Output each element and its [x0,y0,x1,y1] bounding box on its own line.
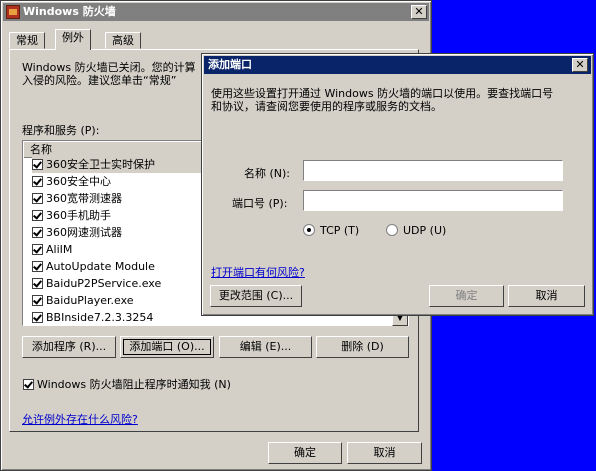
udp-label: UDP (U) [403,224,447,237]
tcp-radio-row[interactable]: TCP (T) [303,224,359,237]
port-risk-link[interactable]: 打开端口有何风险? [211,264,305,280]
name-label: 名称 (N): [244,167,291,180]
checkbox[interactable] [32,210,43,221]
notify-checkbox[interactable] [23,379,34,390]
add-port-titlebar[interactable]: 添加端口 [204,56,591,74]
port-label: 端口号 (P): [232,197,288,210]
add-port-dialog: 添加端口 ✕ 使用这些设置打开通过 Windows 防火墙的端口以使用。要查找端… [201,53,594,316]
firewall-titlebar[interactable]: Windows 防火墙 [3,3,429,21]
udp-radio-row[interactable]: UDP (U) [386,224,446,237]
checkbox[interactable] [32,261,43,272]
checkbox[interactable] [32,295,43,306]
list-item[interactable]: 360网速测试器 [32,224,122,241]
checkbox[interactable] [32,159,43,170]
list-item[interactable]: 360宽带测速器 [32,190,122,207]
dialog-ok-button[interactable]: 确定 [429,285,504,307]
firewall-icon [6,5,20,19]
list-item[interactable]: BaiduP2PService.exe [32,275,161,292]
checkbox[interactable] [32,244,43,255]
exceptions-risk-link[interactable]: 允许例外存在什么风险? [22,411,138,427]
firewall-title: Windows 防火墙 [23,5,116,18]
tcp-radio[interactable] [303,224,315,236]
tab-general[interactable]: 常规 [9,32,45,49]
cancel-button[interactable]: 取消 [347,442,422,464]
list-item[interactable]: BBInside7.2.3.3254 [32,309,153,325]
checkbox[interactable] [32,278,43,289]
programs-list-label: 程序和服务 (P): [22,124,100,137]
notify-label: Windows 防火墙阻止程序时通知我 (N) [37,378,231,391]
tab-advanced[interactable]: 高级 [105,32,141,49]
delete-button[interactable]: 删除 (D) [316,336,409,358]
intro-text-line2: 入侵的风险。建议您单击“常规” [22,74,177,87]
add-port-title: 添加端口 [208,58,252,71]
add-port-button[interactable]: 添加端口 (O)... [120,336,214,358]
list-item[interactable]: BaiduPlayer.exe [32,292,134,309]
checkbox[interactable] [32,176,43,187]
dialog-cancel-button[interactable]: 取消 [508,285,585,307]
tcp-label: TCP (T) [320,224,360,237]
close-icon[interactable]: ✕ [572,58,588,72]
name-input[interactable] [303,160,563,181]
ok-button[interactable]: 确定 [268,442,342,464]
notify-checkbox-row[interactable]: Windows 防火墙阻止程序时通知我 (N) [23,376,231,392]
list-item[interactable]: AutoUpdate Module [32,258,155,275]
list-item[interactable]: AliIM [32,241,72,258]
checkbox[interactable] [32,227,43,238]
close-icon[interactable]: ✕ [411,5,427,19]
checkbox[interactable] [32,312,43,323]
list-item[interactable]: 360手机助手 [32,207,111,224]
udp-radio[interactable] [386,224,398,236]
dialog-description-line2: 和协议，请查阅您要使用的程序或服务的文档。 [211,100,442,113]
port-input[interactable] [303,190,563,211]
edit-button[interactable]: 编辑 (E)... [219,336,312,358]
checkbox[interactable] [32,193,43,204]
tab-exceptions[interactable]: 例外 [55,29,91,50]
add-program-button[interactable]: 添加程序 (R)... [22,336,116,358]
change-scope-button[interactable]: 更改范围 (C)... [210,285,302,307]
list-item[interactable]: 360安全中心 [32,173,111,190]
